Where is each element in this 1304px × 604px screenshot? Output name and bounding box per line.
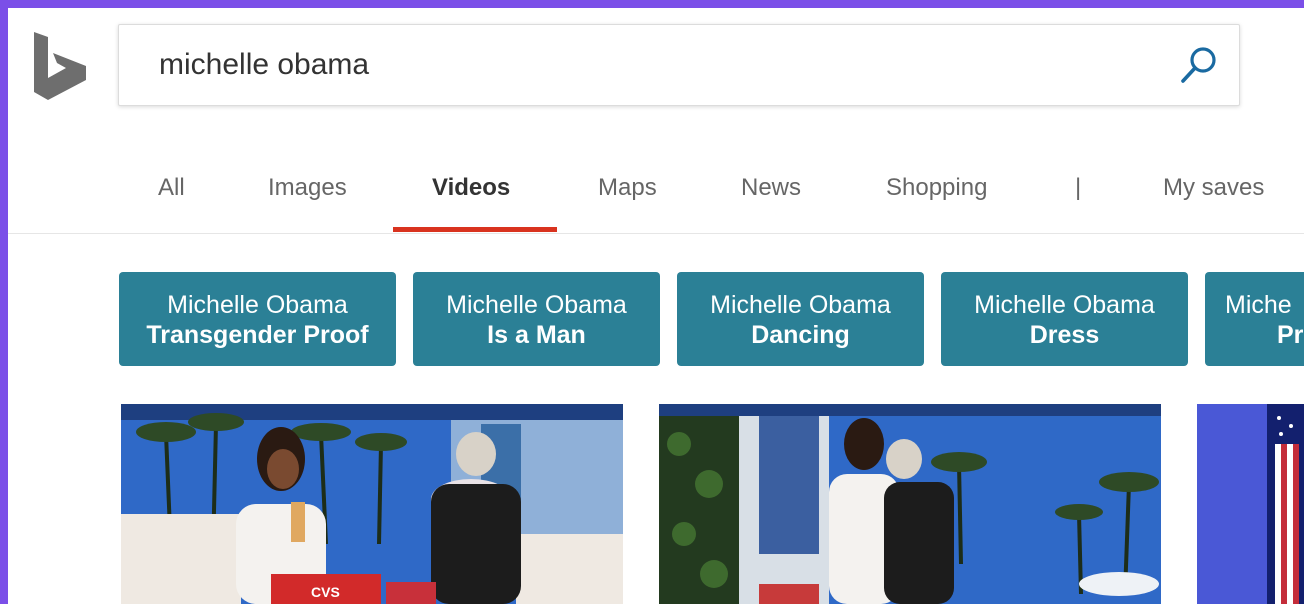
video-thumbnail[interactable]: CVS (121, 404, 623, 604)
tab-separator: | (1075, 174, 1082, 201)
related-search-chip[interactable]: Michelle Obama Transgender Proof (119, 272, 396, 366)
cvs-text: CVS (311, 584, 340, 600)
tabs-divider (8, 233, 1304, 234)
search-box (118, 24, 1240, 106)
search-input[interactable] (159, 43, 1139, 87)
active-tab-underline (393, 227, 557, 232)
video-thumbnail[interactable] (659, 404, 1161, 604)
tab-shopping[interactable]: Shopping (886, 174, 987, 202)
video-thumbnail[interactable] (1197, 404, 1304, 604)
video-thumbnail-image (659, 404, 1161, 604)
video-thumbnail-image (1197, 404, 1304, 604)
chip-line2: Dancing (751, 321, 850, 349)
chip-line1: Miche (1225, 291, 1292, 319)
scope-tabs: All Images Videos Maps News Shopping | M… (8, 158, 1304, 234)
chip-line2: Pr (1277, 321, 1304, 349)
related-search-chip[interactable]: Miche Pr (1205, 272, 1304, 366)
chip-line1: Michelle Obama (446, 291, 627, 319)
chip-line1: Michelle Obama (974, 291, 1155, 319)
chip-line2: Transgender Proof (146, 321, 369, 349)
tab-my-saves[interactable]: My saves (1163, 174, 1264, 202)
chip-line1: Michelle Obama (710, 291, 891, 319)
video-thumbnail-image: CVS (121, 404, 623, 604)
browser-page: All Images Videos Maps News Shopping | M… (8, 8, 1304, 604)
tab-news[interactable]: News (741, 174, 801, 202)
tab-images[interactable]: Images (268, 174, 347, 202)
related-search-chip[interactable]: Michelle Obama Dancing (677, 272, 924, 366)
chip-line2: Is a Man (487, 321, 586, 349)
chip-line1: Michelle Obama (167, 291, 348, 319)
search-icon[interactable] (1177, 43, 1221, 87)
chip-line2: Dress (1029, 321, 1100, 349)
tab-all[interactable]: All (158, 174, 185, 202)
tab-videos[interactable]: Videos (432, 174, 510, 202)
related-search-chip[interactable]: Michelle Obama Is a Man (413, 272, 660, 366)
bing-logo[interactable] (30, 28, 90, 104)
related-search-chip[interactable]: Michelle Obama Dress (941, 272, 1188, 366)
tab-maps[interactable]: Maps (598, 174, 657, 202)
